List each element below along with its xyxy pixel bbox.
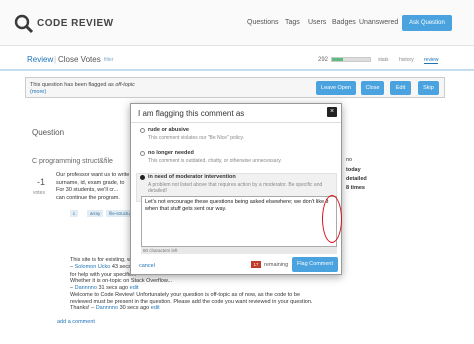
- edit-button[interactable]: Edit: [390, 81, 411, 95]
- red-annotation-circle: [322, 195, 342, 243]
- comment-text: Thanks!: [70, 305, 90, 311]
- comment-date: 30 secs ago: [119, 305, 150, 311]
- queue-progress-bar: [331, 57, 371, 62]
- skip-button[interactable]: Skip: [418, 81, 439, 95]
- comment-author[interactable]: Solomon Ucko: [75, 264, 111, 270]
- nav-questions[interactable]: Questions: [247, 19, 279, 26]
- option-no-longer-needed-radio[interactable]: [140, 151, 145, 156]
- queue-progress-fill: [332, 58, 344, 61]
- flag-banner-text: This question has been flagged as off-to…: [30, 82, 135, 88]
- option-moderator-radio[interactable]: [140, 175, 145, 180]
- question-body: Our professor want us to write surname, …: [56, 172, 136, 202]
- queue-title[interactable]: Close Votes: [58, 55, 101, 64]
- option-moderator-label[interactable]: in need of moderator intervention: [148, 174, 236, 180]
- side-stat-detailed: detailed: [346, 176, 367, 182]
- filter-link[interactable]: filter: [104, 57, 113, 63]
- remaining-flags-badge: 17: [251, 261, 261, 268]
- chars-left: 80 characters left: [141, 247, 337, 254]
- ask-question-button[interactable]: Ask Question: [402, 15, 452, 31]
- flag-comment-button[interactable]: Flag Comment: [292, 257, 338, 272]
- question-body-line: For 30 students, we'll cr...: [56, 187, 119, 193]
- flag-banner: This question has been flagged as off-to…: [25, 77, 445, 98]
- site-logo-text[interactable]: CODE REVIEW: [37, 18, 114, 29]
- more-link[interactable]: (more): [30, 89, 46, 95]
- flag-reason: off-topic: [115, 82, 135, 88]
- comment-edit-link[interactable]: edit: [151, 305, 160, 311]
- comment-item: Whether it is on-topic on Stack Overflow…: [70, 278, 340, 291]
- option-no-longer-needed-label[interactable]: no longer needed: [148, 150, 194, 156]
- option-rude-radio[interactable]: [140, 128, 145, 133]
- comment-text: Welcome to Code Review! Unfortunately yo…: [70, 292, 301, 298]
- question-body-line: Our professor want us to write: [56, 172, 130, 178]
- code-review-logo-icon[interactable]: [14, 14, 34, 34]
- option-rude-desc: This comment violates our "Be Nice" poli…: [148, 135, 244, 141]
- nav-users[interactable]: Users: [308, 19, 326, 26]
- side-stat-viewed: 8 times: [346, 185, 365, 191]
- flag-banner-prefix: This question has been flagged as: [30, 82, 116, 88]
- side-stat-active: today: [346, 167, 361, 173]
- leave-open-button[interactable]: Leave Open: [316, 81, 356, 95]
- site-header: CODE REVIEW Questions Tags Users Badges …: [0, 0, 474, 46]
- queue-count: 292: [318, 57, 329, 63]
- tag-c[interactable]: c: [70, 210, 79, 217]
- remaining-label: remaining: [264, 262, 289, 268]
- flag-message-textarea[interactable]: Let's not encourage these questions bein…: [141, 196, 337, 247]
- side-stat-asked: no: [346, 157, 353, 163]
- review-link[interactable]: Review: [27, 55, 53, 64]
- tab-stats[interactable]: stats: [378, 57, 389, 63]
- option-no-longer-needed-desc: This comment is outdated, chatty, or oth…: [148, 158, 282, 164]
- breadcrumb-separator: |: [54, 55, 57, 64]
- option-rude-label[interactable]: rude or abusive: [148, 127, 189, 133]
- review-bar: Review | Close Votes filter 292 stats hi…: [0, 47, 474, 71]
- tab-review[interactable]: review: [424, 57, 439, 64]
- dialog-divider: [131, 122, 341, 123]
- nav-unanswered[interactable]: Unanswered: [359, 19, 398, 26]
- question-body-line: can continue the program.: [56, 194, 120, 201]
- comment-item: Welcome to Code Review! Unfortunately yo…: [70, 292, 340, 312]
- tab-history[interactable]: history: [399, 57, 414, 63]
- close-icon[interactable]: ×: [327, 107, 337, 117]
- comment-edit-link[interactable]: edit: [130, 285, 139, 291]
- cancel-link[interactable]: cancel: [139, 263, 155, 269]
- question-title[interactable]: C programming struct&file: [32, 158, 113, 165]
- comment-date: 31 secs ago: [98, 284, 129, 291]
- add-comment-link[interactable]: add a comment: [57, 319, 95, 325]
- nav-tags[interactable]: Tags: [285, 19, 300, 26]
- vote-count: -1: [37, 177, 46, 187]
- nav-badges[interactable]: Badges: [332, 19, 356, 26]
- close-button[interactable]: Close: [361, 81, 384, 95]
- question-body-line: surname, id, exam grade, to: [56, 179, 125, 186]
- comment-author[interactable]: Dannnno: [96, 305, 118, 311]
- option-moderator-desc: A problem not listed above that requires…: [148, 182, 323, 194]
- votes-label: votes: [33, 190, 45, 196]
- comment-author[interactable]: Dannnno: [75, 285, 97, 291]
- dialog-title: I am flagging this comment as: [138, 109, 245, 118]
- question-heading: Question: [32, 128, 65, 137]
- flag-comment-dialog: I am flagging this comment as × rude or …: [130, 103, 342, 275]
- tag-array[interactable]: array: [87, 210, 104, 217]
